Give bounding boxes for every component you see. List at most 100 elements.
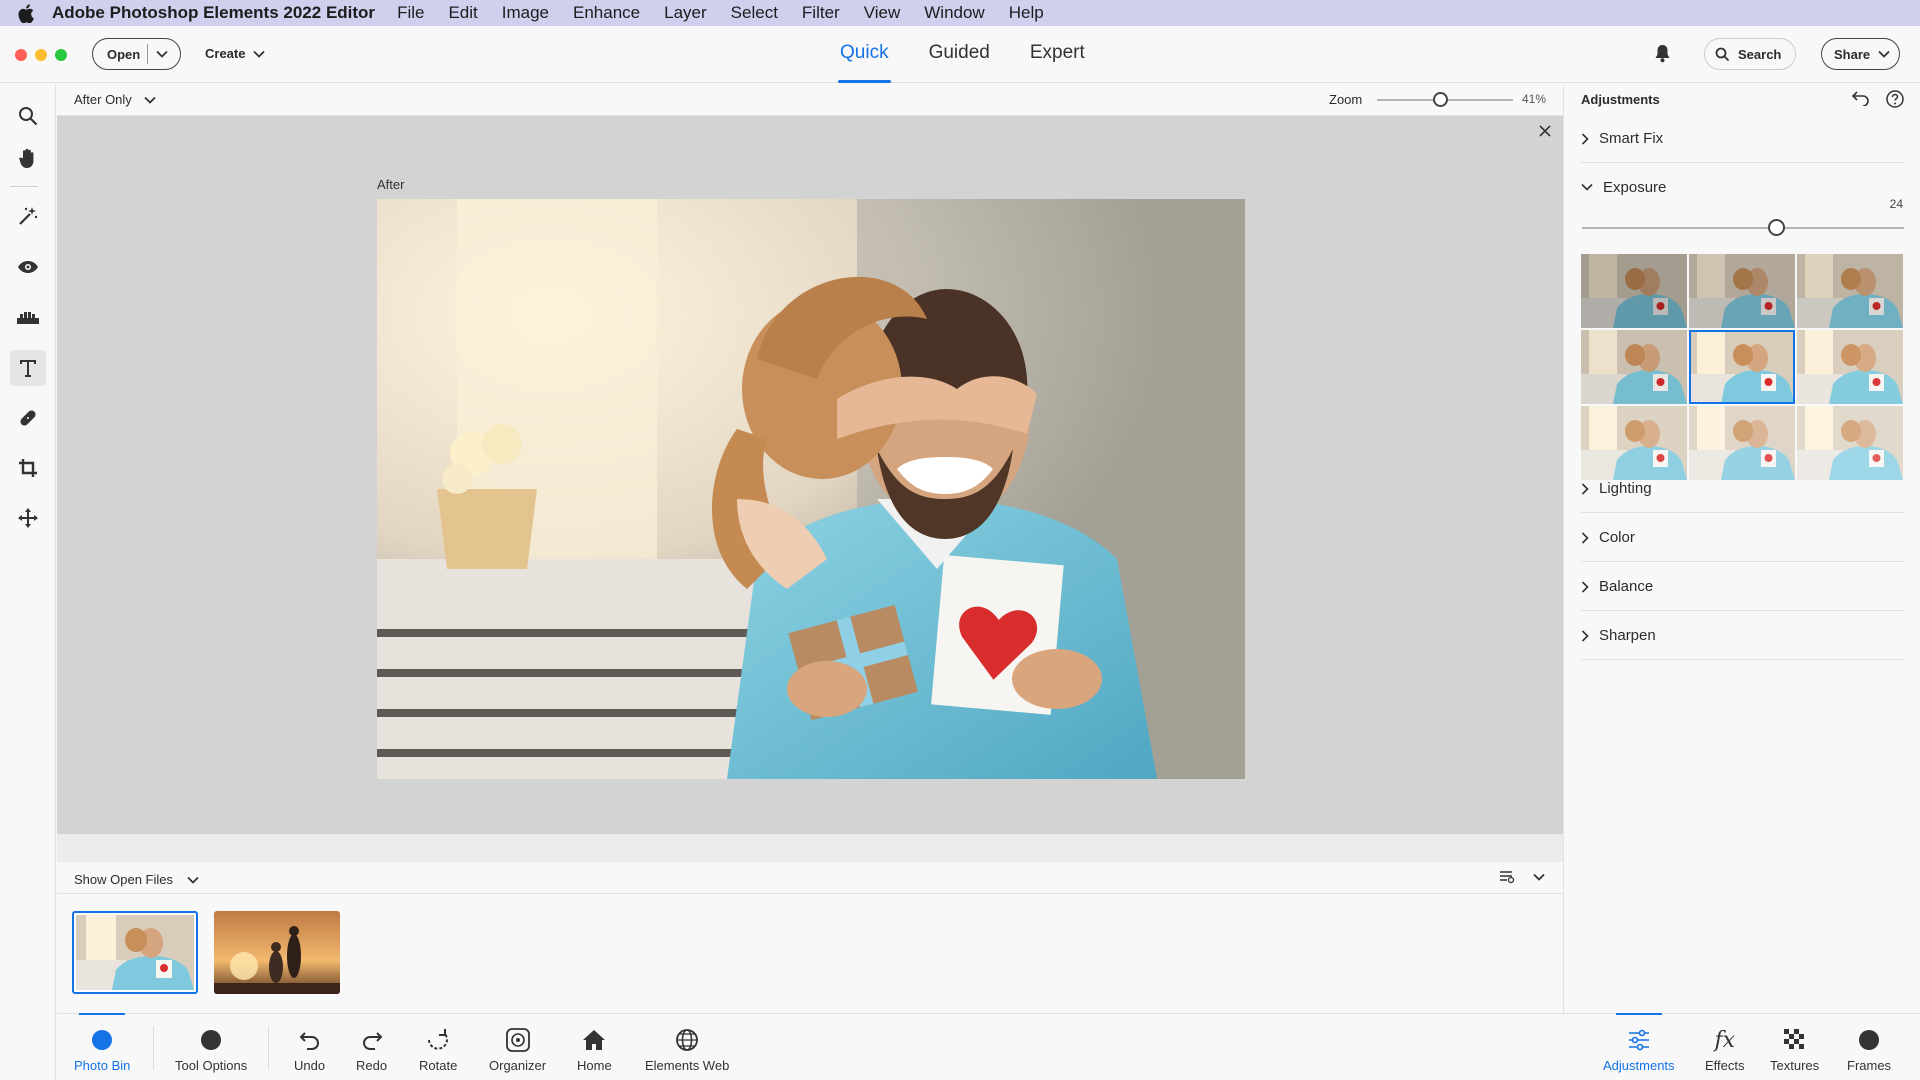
image-canvas: After [57, 116, 1563, 834]
frames-button[interactable]: Frames [1847, 1026, 1891, 1073]
exposure-preview-thumbnail[interactable] [1797, 330, 1903, 404]
photo-image[interactable] [377, 199, 1245, 779]
section-label: Balance [1599, 578, 1654, 595]
crop-icon [19, 459, 37, 477]
hand-icon [19, 148, 34, 168]
adjustments-icon [1627, 1026, 1651, 1054]
exposure-preview-thumbnail[interactable] [1581, 254, 1687, 328]
move-tool[interactable] [10, 500, 46, 536]
show-files-dropdown[interactable]: Show Open Files [74, 872, 199, 887]
rotate-button-label: Rotate [419, 1058, 458, 1073]
canvas-divider [57, 834, 1563, 862]
eye-icon [18, 261, 38, 273]
section-sharpen[interactable]: Sharpen [1581, 612, 1904, 660]
chevron-down-icon [253, 50, 266, 58]
redo-button[interactable]: Redo [356, 1026, 387, 1073]
menu-enhance[interactable]: Enhance [573, 3, 640, 23]
bottom-taskbar: Photo Bin Tool Options Undo Redo Rotate … [57, 1013, 1920, 1080]
open-button[interactable]: Open [92, 38, 181, 70]
tab-quick[interactable]: Quick [838, 42, 891, 83]
home-button[interactable]: Home [577, 1026, 612, 1073]
view-dropdown[interactable]: After Only [74, 92, 156, 107]
home-button-label: Home [577, 1058, 612, 1073]
search-button-label: Search [1738, 46, 1782, 62]
app-header: Open Create Quick Guided Expert Search S… [0, 26, 1920, 83]
help-icon[interactable] [1886, 90, 1904, 108]
menu-filter[interactable]: Filter [802, 3, 840, 23]
bell-icon[interactable] [1654, 44, 1671, 68]
section-lighting[interactable]: Lighting [1581, 465, 1904, 513]
menu-layer[interactable]: Layer [664, 3, 707, 23]
create-button[interactable]: Create [205, 46, 266, 61]
exposure-value: 24 [1889, 197, 1903, 211]
menu-image[interactable]: Image [502, 3, 549, 23]
tool-options-icon [200, 1026, 222, 1054]
zoom-window-button[interactable] [55, 49, 67, 61]
section-balance[interactable]: Balance [1581, 563, 1904, 611]
exposure-preview-thumbnail[interactable] [1797, 254, 1903, 328]
apple-icon[interactable] [0, 3, 52, 23]
menu-edit[interactable]: Edit [448, 3, 477, 23]
section-label: Sharpen [1599, 627, 1656, 644]
exposure-slider-handle[interactable] [1768, 219, 1785, 236]
close-window-button[interactable] [15, 49, 27, 61]
search-button[interactable]: Search [1704, 38, 1796, 70]
thumbnail-sunset-family[interactable] [214, 911, 340, 994]
section-smart-fix[interactable]: Smart Fix [1581, 115, 1904, 163]
elements-web-button-label: Elements Web [645, 1058, 730, 1073]
spot-healing-tool[interactable] [10, 400, 46, 436]
reset-icon[interactable] [1852, 90, 1870, 106]
undo-button-label: Undo [294, 1058, 326, 1073]
exposure-preview-thumbnail[interactable] [1689, 254, 1795, 328]
app-name[interactable]: Adobe Photoshop Elements 2022 Editor [52, 3, 375, 23]
crop-tool[interactable] [10, 450, 46, 486]
menu-help[interactable]: Help [1009, 3, 1044, 23]
zoom-label: Zoom [1329, 92, 1363, 107]
frames-icon [1858, 1026, 1880, 1054]
tab-expert[interactable]: Expert [1030, 42, 1085, 82]
exposure-preview-thumbnail[interactable] [1689, 330, 1795, 404]
chevron-down-icon[interactable] [148, 50, 168, 58]
elements-web-button[interactable]: Elements Web [645, 1026, 729, 1073]
photo-bin-icon [91, 1026, 113, 1054]
textures-button[interactable]: Textures [1770, 1026, 1819, 1073]
section-color[interactable]: Color [1581, 514, 1904, 562]
menu-window[interactable]: Window [924, 3, 984, 23]
chevron-right-icon [1581, 482, 1589, 495]
quick-selection-tool[interactable] [10, 198, 46, 234]
tool-options-button-label: Tool Options [175, 1058, 248, 1073]
organizer-button[interactable]: Organizer [489, 1026, 546, 1073]
zoom-slider-handle[interactable] [1432, 92, 1448, 107]
photo-bin-button[interactable]: Photo Bin [74, 1013, 130, 1073]
menu-file[interactable]: File [397, 3, 424, 23]
minimize-window-button[interactable] [35, 49, 47, 61]
red-eye-tool[interactable] [10, 249, 46, 285]
mode-tabs: Quick Guided Expert [838, 42, 1085, 83]
chevron-right-icon [1581, 580, 1589, 593]
close-icon[interactable] [1539, 124, 1551, 142]
panel-title: Adjustments [1581, 92, 1660, 107]
bin-options-icon[interactable] [1499, 870, 1515, 884]
menu-select[interactable]: Select [731, 3, 778, 23]
adjustments-button[interactable]: Adjustments [1603, 1013, 1675, 1073]
hand-tool[interactable] [10, 140, 46, 176]
rotate-button[interactable]: Rotate [419, 1026, 457, 1073]
section-label: Color [1599, 529, 1635, 546]
tab-guided[interactable]: Guided [929, 42, 990, 82]
tool-options-button[interactable]: Tool Options [175, 1026, 247, 1073]
effects-button[interactable]: fx Effects [1705, 1026, 1745, 1074]
chevron-down-icon[interactable] [1533, 873, 1545, 881]
chevron-right-icon [1581, 531, 1589, 544]
whiten-teeth-tool[interactable] [10, 300, 46, 336]
share-button[interactable]: Share [1821, 38, 1900, 70]
exposure-preview-thumbnail[interactable] [1581, 330, 1687, 404]
section-exposure[interactable]: Exposure [1581, 163, 1904, 211]
thumbnail-father-daughter[interactable] [72, 911, 198, 994]
menu-view[interactable]: View [864, 3, 901, 23]
view-options-bar: After Only Zoom 41% [57, 84, 1563, 116]
undo-button[interactable]: Undo [294, 1026, 325, 1073]
type-tool[interactable] [10, 350, 46, 386]
zoom-tool[interactable] [10, 98, 46, 134]
exposure-slider[interactable] [1582, 227, 1904, 229]
after-label: After [377, 177, 405, 192]
